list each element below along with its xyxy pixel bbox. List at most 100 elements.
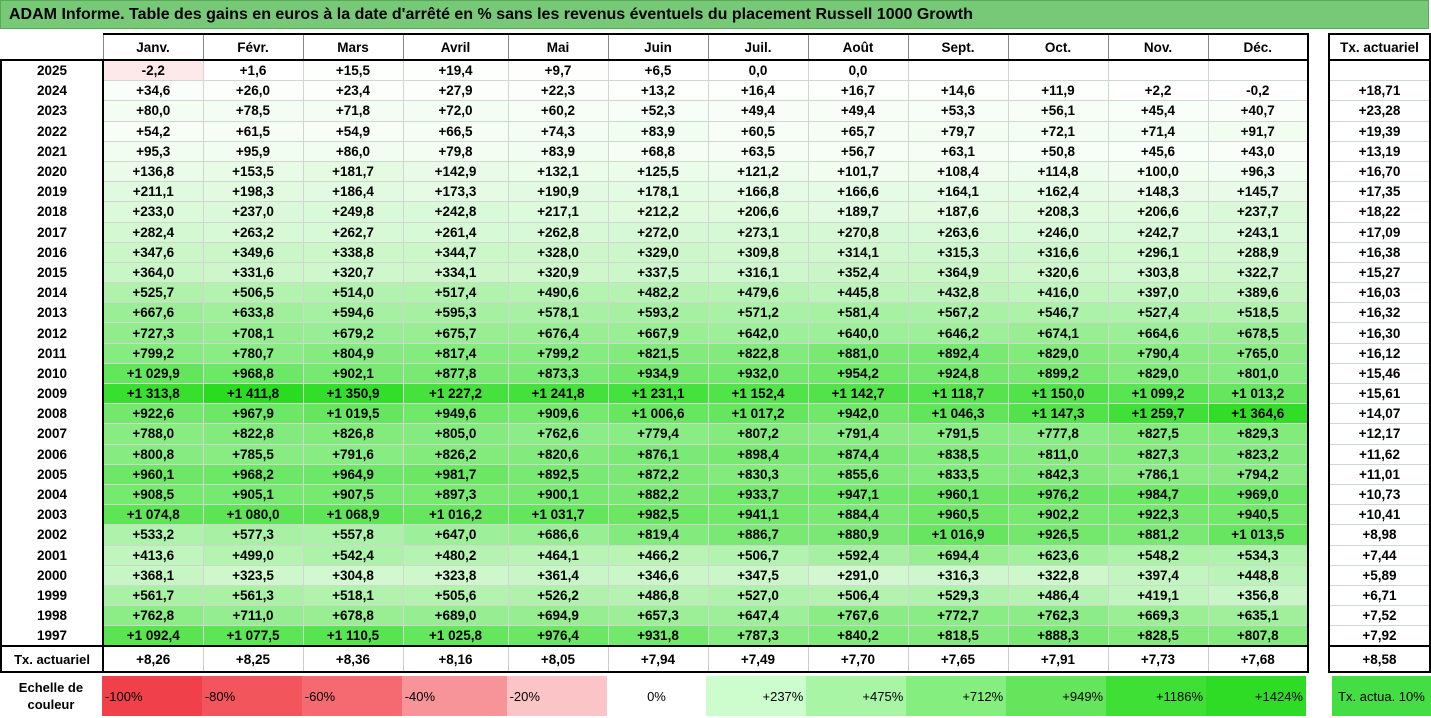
value-cell: +968,2 (202, 463, 304, 485)
value-cell: +886,7 (707, 524, 809, 546)
value-cell: +91,7 (1207, 120, 1309, 142)
value-cell: +647,0 (402, 524, 509, 546)
value-cell: +561,7 (102, 584, 204, 607)
value-cell: +762,8 (102, 605, 204, 627)
value-cell: +794,2 (1207, 463, 1309, 485)
rate-cell: +16,38 (1328, 241, 1431, 263)
value-cell: +320,7 (302, 261, 404, 284)
value-cell: +347,5 (707, 564, 809, 586)
value-cell: +678,8 (302, 605, 404, 627)
value-cell: +233,0 (102, 201, 204, 223)
value-cell: +669,3 (1107, 605, 1209, 627)
value-cell: +518,5 (1207, 302, 1309, 324)
value-cell (1007, 60, 1109, 82)
value-cell: +817,4 (402, 342, 509, 364)
rate-column-header: Tx. actuariel (1328, 33, 1431, 61)
value-cell: +95,3 (102, 140, 204, 162)
value-cell: +361,4 (507, 564, 609, 586)
legend-swatch: -80% (201, 676, 302, 716)
table-row: 2017 +282,4 +263,2 +262,7 +261,4 +262,8 +272,0… (0, 221, 1309, 243)
legend-swatch: -40% (401, 676, 507, 716)
value-cell: +657,3 (607, 605, 709, 627)
value-cell: +633,8 (202, 302, 304, 324)
value-cell: +314,1 (807, 241, 909, 263)
value-cell: +676,4 (507, 322, 609, 344)
value-cell: +63,1 (907, 140, 1009, 162)
footer-rate-cell: +7,94 (607, 645, 709, 674)
value-cell: +821,5 (607, 342, 709, 364)
rate-cell: +12,17 (1328, 423, 1431, 445)
year-label: 2004 (0, 484, 104, 505)
value-cell: +413,6 (102, 544, 204, 566)
value-cell: +571,2 (707, 302, 809, 324)
value-cell: +902,2 (1007, 504, 1109, 526)
rate-cell: +11,62 (1328, 443, 1431, 465)
value-cell: +337,5 (607, 261, 709, 284)
value-cell: +807,2 (707, 423, 809, 445)
month-header: Févr. (202, 33, 304, 61)
table-row: 2013 +667,6 +633,8 +594,6 +595,3 +578,1 +593,2… (0, 302, 1309, 324)
value-cell: +74,3 (507, 120, 609, 142)
value-cell: +826,2 (402, 443, 509, 465)
value-cell: +261,4 (402, 221, 509, 243)
value-cell: +932,0 (707, 362, 809, 385)
value-cell: +397,4 (1107, 564, 1209, 586)
value-cell: +237,0 (202, 201, 304, 223)
value-cell: +898,4 (707, 443, 809, 465)
footer-rate-cell: +7,91 (1007, 645, 1109, 674)
value-cell: +791,5 (907, 423, 1009, 445)
value-cell: +162,4 (1007, 181, 1109, 203)
rate-column-table: Tx. actuariel +18,71 +23,28 +19,39 +13,19 +1… (1328, 33, 1431, 674)
value-cell: +686,6 (507, 524, 609, 546)
value-cell: +578,1 (507, 302, 609, 324)
year-label: 2024 (0, 80, 104, 101)
value-cell: +981,7 (402, 463, 509, 485)
value-cell: +767,6 (807, 605, 909, 627)
year-label: 2003 (0, 504, 104, 525)
value-cell: +100,0 (1107, 160, 1209, 183)
value-cell: +262,8 (507, 221, 609, 243)
value-cell: +63,5 (707, 140, 809, 162)
legend-swatch: +1424% (1206, 676, 1306, 716)
value-cell: +934,9 (607, 362, 709, 385)
footer-rate-cell: +8,05 (507, 645, 609, 674)
legend-swatch: +237% (706, 676, 807, 716)
value-cell: +926,5 (1007, 524, 1109, 546)
footer-rate-cell: +8,25 (202, 645, 304, 674)
value-cell: +198,3 (202, 181, 304, 203)
value-cell: +822,8 (202, 423, 304, 445)
value-cell: +173,3 (402, 181, 509, 203)
value-cell: +189,7 (807, 201, 909, 223)
table-row: 2022 +54,2 +61,5 +54,9 +66,5 +74,3 +83,9 +60,5 +… (0, 120, 1309, 142)
value-cell: +900,1 (507, 483, 609, 506)
value-cell: +364,0 (102, 261, 204, 284)
rate-cell: +16,30 (1328, 322, 1431, 344)
month-header: Avril (402, 33, 509, 61)
value-cell: +791,4 (807, 423, 909, 445)
footer-rate-cell: +7,49 (707, 645, 809, 674)
value-cell: +799,2 (102, 342, 204, 364)
rate-cell: +18,71 (1328, 80, 1431, 102)
year-label: 2001 (0, 545, 104, 566)
value-cell: +304,8 (302, 564, 404, 586)
value-cell: +208,3 (1007, 201, 1109, 223)
value-cell: +960,5 (907, 504, 1009, 526)
value-cell: +517,4 (402, 282, 509, 304)
value-cell: +153,5 (202, 160, 304, 183)
value-cell: +291,0 (807, 564, 909, 586)
value-cell: +902,1 (302, 362, 404, 385)
value-cell: +960,1 (102, 463, 204, 485)
value-cell: +364,9 (907, 261, 1009, 284)
value-cell: +788,0 (102, 423, 204, 445)
value-cell: +787,3 (707, 625, 809, 647)
value-cell: +249,8 (302, 201, 404, 223)
value-cell: +506,4 (807, 584, 909, 607)
year-label: 1997 (0, 625, 104, 647)
footer-rate-cell: +7,65 (907, 645, 1009, 674)
value-cell: +635,1 (1207, 605, 1309, 627)
value-cell: +678,5 (1207, 322, 1309, 344)
rate-cell: +18,22 (1328, 201, 1431, 223)
year-label: 2018 (0, 201, 104, 222)
value-cell: +777,8 (1007, 423, 1109, 445)
value-cell: +166,8 (707, 181, 809, 203)
